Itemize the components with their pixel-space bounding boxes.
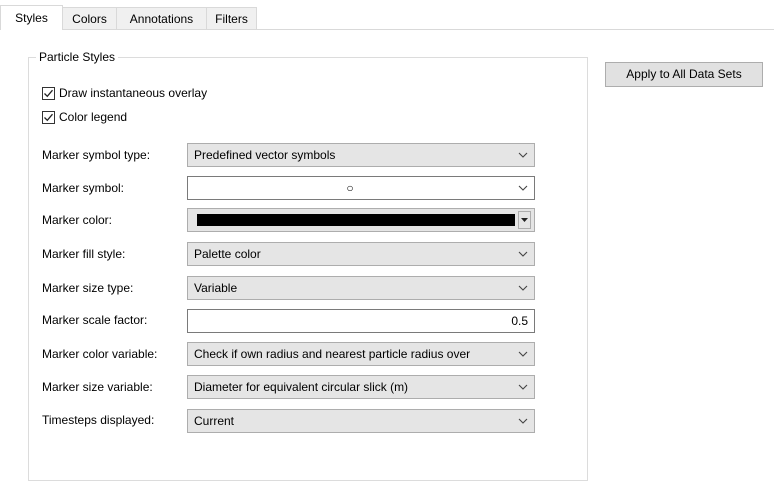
timesteps-displayed-select[interactable]: Current bbox=[187, 409, 535, 433]
chevron-down-icon bbox=[512, 177, 534, 199]
marker-fill-style-label: Marker fill style: bbox=[42, 247, 126, 261]
chevron-down-icon bbox=[512, 277, 534, 299]
chevron-down-icon bbox=[512, 410, 534, 432]
triangle-down-icon[interactable] bbox=[518, 211, 531, 229]
marker-color-variable-label: Marker color variable: bbox=[42, 347, 158, 361]
color-legend-checkbox[interactable] bbox=[42, 110, 55, 124]
color-legend-label: Color legend bbox=[59, 110, 128, 124]
apply-to-all-button[interactable]: Apply to All Data Sets bbox=[605, 62, 763, 87]
marker-size-variable-value: Diameter for equivalent circular slick (… bbox=[194, 380, 409, 394]
marker-size-type-value: Variable bbox=[194, 281, 238, 295]
marker-size-type-select[interactable]: Variable bbox=[187, 276, 535, 300]
chevron-down-icon bbox=[512, 144, 534, 166]
marker-size-variable-label: Marker size variable: bbox=[42, 380, 153, 394]
marker-color-swatch bbox=[197, 214, 515, 226]
tab-bar: Styles Colors Annotations Filters bbox=[0, 0, 774, 30]
group-title: Particle Styles bbox=[36, 50, 119, 64]
marker-color-label: Marker color: bbox=[42, 213, 113, 227]
marker-size-type-label: Marker size type: bbox=[42, 281, 134, 295]
marker-symbol-select[interactable]: ○ bbox=[187, 176, 535, 200]
color-legend-checkbox-row[interactable]: Color legend bbox=[42, 109, 127, 125]
timesteps-displayed-label: Timesteps displayed: bbox=[42, 413, 155, 427]
chevron-down-icon bbox=[512, 376, 534, 398]
marker-size-variable-select[interactable]: Diameter for equivalent circular slick (… bbox=[187, 375, 535, 399]
marker-symbol-type-select[interactable]: Predefined vector symbols bbox=[187, 143, 535, 167]
marker-fill-style-value: Palette color bbox=[194, 247, 261, 261]
tab-styles[interactable]: Styles bbox=[0, 5, 63, 30]
marker-symbol-type-value: Predefined vector symbols bbox=[194, 148, 336, 162]
timesteps-displayed-value: Current bbox=[194, 414, 235, 428]
tab-filters[interactable]: Filters bbox=[206, 7, 257, 29]
marker-color-picker[interactable] bbox=[187, 208, 535, 232]
draw-overlay-label: Draw instantaneous overlay bbox=[59, 86, 208, 100]
marker-symbol-value: ○ bbox=[346, 181, 354, 195]
draw-overlay-checkbox-row[interactable]: Draw instantaneous overlay bbox=[42, 85, 207, 101]
tab-annotations[interactable]: Annotations bbox=[116, 7, 207, 29]
marker-color-variable-select[interactable]: Check if own radius and nearest particle… bbox=[187, 342, 535, 366]
marker-symbol-type-label: Marker symbol type: bbox=[42, 148, 151, 162]
chevron-down-icon bbox=[512, 343, 534, 365]
tab-bar-divider bbox=[0, 29, 774, 30]
tab-colors[interactable]: Colors bbox=[62, 7, 117, 29]
checkmark-icon bbox=[44, 89, 53, 97]
marker-fill-style-select[interactable]: Palette color bbox=[187, 242, 535, 266]
marker-color-variable-value: Check if own radius and nearest particle… bbox=[194, 347, 471, 361]
chevron-down-icon bbox=[512, 243, 534, 265]
marker-symbol-label: Marker symbol: bbox=[42, 181, 125, 195]
checkmark-icon bbox=[44, 113, 53, 121]
marker-scale-factor-label: Marker scale factor: bbox=[42, 313, 148, 327]
draw-overlay-checkbox[interactable] bbox=[42, 86, 55, 100]
marker-scale-factor-input[interactable]: 0.5 bbox=[187, 309, 535, 333]
